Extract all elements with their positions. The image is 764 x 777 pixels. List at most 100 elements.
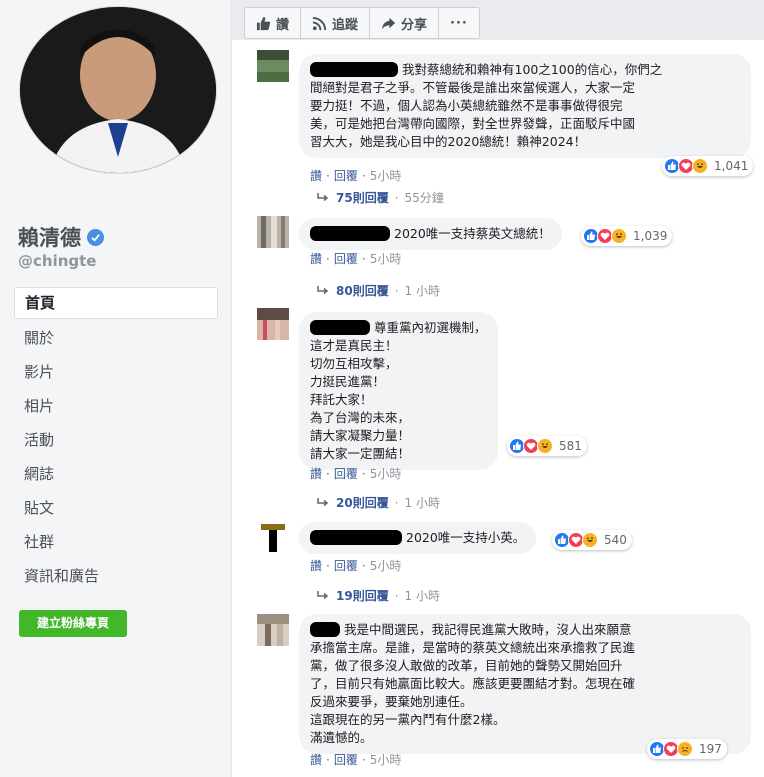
comment-text: 2020唯一支持蔡英文總統！: [394, 226, 551, 241]
commenter-avatar[interactable]: [257, 614, 289, 646]
nav-item-events[interactable]: 活動: [14, 423, 218, 457]
reaction-count: 540: [604, 533, 627, 547]
comment-actions: 讚 · 回覆 · 5小時: [310, 557, 402, 574]
reaction-summary[interactable]: 197: [647, 739, 727, 759]
replies-count[interactable]: 20則回覆: [336, 494, 389, 511]
reaction-count: 197: [699, 742, 722, 756]
sad-reaction-icon: [677, 741, 693, 757]
comment-timestamp[interactable]: 5小時: [370, 557, 402, 574]
nav-item-home[interactable]: 首頁: [14, 287, 218, 319]
view-replies-link[interactable]: 19則回覆 · 1 小時: [316, 587, 440, 604]
share-page-label: 分享: [401, 17, 428, 33]
reaction-summary[interactable]: 1,041: [662, 156, 754, 176]
commenter-avatar[interactable]: [257, 520, 289, 552]
replies-time: 55分鐘: [404, 191, 444, 205]
nav-item-posts[interactable]: 貼文: [14, 491, 218, 525]
commenter-avatar[interactable]: [257, 308, 289, 340]
more-options-icon: ···: [450, 15, 468, 31]
share-arrow-icon: [381, 17, 396, 29]
comment-like-link[interactable]: 讚: [310, 465, 322, 482]
comment-like-link[interactable]: 讚: [310, 557, 322, 574]
comment-reply-link[interactable]: 回覆: [334, 465, 358, 482]
comment-reply-link[interactable]: 回覆: [334, 557, 358, 574]
comment-like-link[interactable]: 讚: [310, 751, 322, 768]
profile-picture[interactable]: [20, 7, 216, 173]
page-name[interactable]: 賴清德: [18, 222, 104, 252]
thumbs-up-icon: [256, 16, 271, 30]
nav-item-about[interactable]: 關於: [14, 321, 218, 355]
reaction-summary[interactable]: 581: [507, 436, 587, 456]
comment-reply-link[interactable]: 回覆: [334, 751, 358, 768]
haha-reaction-icon: [611, 228, 627, 244]
follow-page-button[interactable]: 追蹤: [301, 8, 371, 38]
comments-feed: 我對蔡總統和賴神有100之100的信心，你們之 間絕對是君子之爭。不管最後是誰出…: [232, 40, 764, 777]
comment-actions: 讚 · 回覆 · 5小時: [310, 465, 402, 482]
like-page-label: 讚: [276, 17, 290, 33]
haha-reaction-icon: [582, 532, 598, 548]
redacted-name: [310, 226, 390, 241]
reaction-summary[interactable]: 1,039: [581, 226, 673, 246]
reply-arrow-icon: [317, 285, 329, 294]
replies-count[interactable]: 19則回覆: [336, 587, 389, 604]
reply-arrow-icon: [317, 192, 329, 201]
comment-text: 尊重黨內初選機制， 這才是真民主！ 切勿互相攻擊， 力挺民進黨！ 拜託大家！ 為…: [310, 320, 487, 461]
redacted-name: [310, 622, 340, 637]
comment-timestamp[interactable]: 5小時: [370, 250, 402, 267]
comment-reply-link[interactable]: 回覆: [334, 167, 358, 184]
nav-item-videos[interactable]: 影片: [14, 355, 218, 389]
share-page-button[interactable]: 分享: [370, 8, 440, 38]
redacted-name: [310, 320, 370, 335]
nav-item-community[interactable]: 社群: [14, 525, 218, 559]
replies-time: 1 小時: [404, 589, 440, 603]
more-options-button[interactable]: ···: [439, 8, 479, 38]
view-replies-link[interactable]: 80則回覆 · 1 小時: [316, 282, 440, 299]
commenter-avatar[interactable]: [257, 50, 289, 82]
comment-bubble: 我對蔡總統和賴神有100之100的信心，你們之 間絕對是君子之爭。不管最後是誰出…: [299, 54, 751, 158]
haha-reaction-icon: [537, 438, 553, 454]
redacted-name: [310, 530, 402, 545]
comment-reply-link[interactable]: 回覆: [334, 250, 358, 267]
reaction-count: 1,039: [633, 229, 668, 243]
verified-badge-icon: [87, 228, 104, 246]
comment-timestamp[interactable]: 5小時: [370, 465, 402, 482]
follow-page-label: 追蹤: [332, 17, 359, 33]
comment-bubble: 尊重黨內初選機制， 這才是真民主！ 切勿互相攻擊， 力挺民進黨！ 拜託大家！ 為…: [299, 312, 498, 470]
comment-bubble: 2020唯一支持蔡英文總統！: [299, 218, 562, 250]
nav-item-notes[interactable]: 網誌: [14, 457, 218, 491]
replies-count[interactable]: 75則回覆: [336, 189, 389, 206]
page-nav: 首頁 關於 影片 相片 活動 網誌 貼文 社群 資訊和廣告: [14, 287, 218, 593]
view-replies-link[interactable]: 75則回覆 · 55分鐘: [316, 189, 444, 206]
comment-timestamp[interactable]: 5小時: [370, 167, 402, 184]
nav-item-info-and-ads[interactable]: 資訊和廣告: [14, 559, 218, 593]
comment-actions: 讚 · 回覆 · 5小時: [310, 250, 402, 267]
replies-time: 1 小時: [404, 496, 440, 510]
comment-like-link[interactable]: 讚: [310, 250, 322, 267]
like-page-button[interactable]: 讚: [245, 8, 302, 38]
page-name-text[interactable]: 賴清德: [18, 222, 81, 252]
reaction-count: 1,041: [714, 159, 749, 173]
reaction-summary[interactable]: 540: [552, 530, 632, 550]
replies-time: 1 小時: [404, 284, 440, 298]
redacted-name: [310, 62, 398, 77]
profile-photo-icon: [20, 7, 216, 173]
comment-actions: 讚 · 回覆 · 5小時: [310, 167, 402, 184]
reply-arrow-icon: [317, 590, 329, 599]
reply-arrow-icon: [317, 497, 329, 506]
comment-actions: 讚 · 回覆 · 5小時: [310, 751, 402, 768]
comment-timestamp[interactable]: 5小時: [370, 751, 402, 768]
haha-reaction-icon: [692, 158, 708, 174]
comment-text: 2020唯一支持小英。: [406, 530, 526, 545]
comment-bubble: 2020唯一支持小英。: [299, 522, 537, 554]
view-replies-link[interactable]: 20則回覆 · 1 小時: [316, 494, 440, 511]
comment-bubble: 我是中間選民，我記得民進黨大敗時，沒人出來願意 承擔當主席。是誰，是當時的蔡英文…: [299, 614, 751, 754]
page-handle[interactable]: @chingte: [18, 252, 96, 270]
create-page-button[interactable]: 建立粉絲專頁: [19, 610, 127, 637]
nav-item-photos[interactable]: 相片: [14, 389, 218, 423]
replies-count[interactable]: 80則回覆: [336, 282, 389, 299]
commenter-avatar[interactable]: [257, 216, 289, 248]
page-action-bar: 讚 追蹤 分享 ···: [244, 7, 480, 39]
page-sidebar: 賴清德 @chingte 首頁 關於 影片 相片 活動 網誌 貼文 社群 資訊和…: [0, 0, 230, 777]
comment-like-link[interactable]: 讚: [310, 167, 322, 184]
reaction-count: 581: [559, 439, 582, 453]
comment-text: 我是中間選民，我記得民進黨大敗時，沒人出來願意 承擔當主席。是誰，是當時的蔡英文…: [310, 622, 636, 745]
